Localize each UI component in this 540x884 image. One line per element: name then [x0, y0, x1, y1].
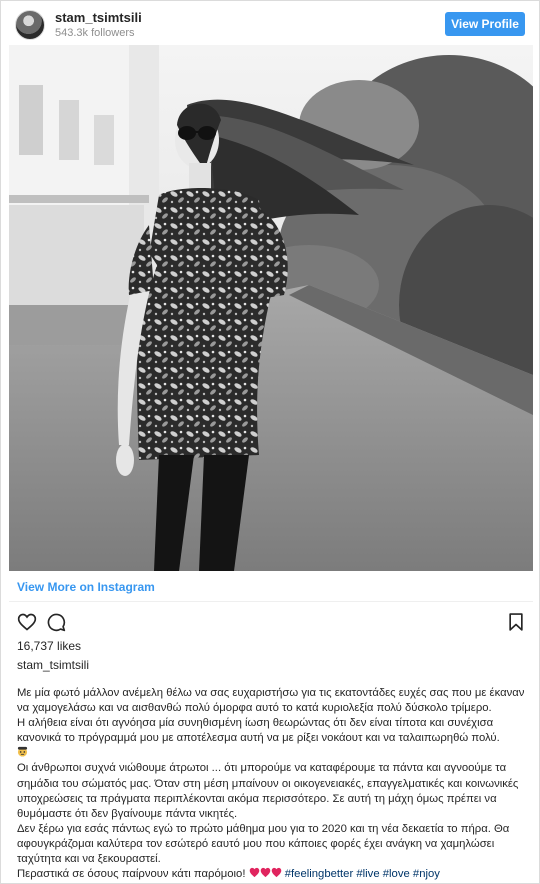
instagram-embed-card: stam_tsimtsili 543.3k followers View Pro… [0, 0, 540, 884]
red-heart-emoji-icon [249, 868, 259, 878]
divider [9, 601, 533, 602]
header-username[interactable]: stam_tsimtsili [55, 10, 142, 25]
caption-paragraph: Η αλήθεια είναι ότι αγνόησα μία συνηθισμ… [17, 717, 500, 745]
view-more-link[interactable]: View More on Instagram [17, 580, 155, 594]
post-photo-image [9, 45, 533, 571]
caption-author[interactable]: stam_tsimtsili [17, 658, 89, 672]
caption-paragraph [17, 746, 531, 761]
follower-count: 543.3k followers [55, 27, 135, 39]
caption: Με μία φωτό μάλλον ανέμελη θέλω να σας ε… [17, 686, 531, 882]
hashtag-link[interactable]: #love [383, 868, 410, 880]
post-photo[interactable] [9, 45, 533, 571]
caption-last-line: Περαστικά σε όσους παίρνουν κάτι παρόμοι… [17, 867, 531, 882]
comment-icon[interactable] [46, 612, 66, 632]
heart-icon[interactable] [17, 612, 37, 632]
face-emoji-icon [17, 747, 28, 757]
caption-paragraph: Με μία φωτό μάλλον ανέμελη θέλω να σας ε… [17, 687, 525, 715]
caption-paragraph: Οι άνθρωποι συχνά νιώθουμε άτρωτοι ... ό… [17, 762, 519, 820]
hashtag-link[interactable]: #njoy [413, 868, 440, 880]
caption-paragraph: Δεν ξέρω για εσάς πάντως εγώ το πρώτο μά… [17, 822, 510, 866]
view-profile-button[interactable]: View Profile [445, 12, 525, 36]
red-heart-emoji-icon [271, 868, 281, 878]
avatar[interactable] [15, 10, 45, 40]
red-heart-emoji-icon [260, 868, 270, 878]
like-count: 16,737 likes [17, 639, 82, 653]
caption-closing: Περαστικά σε όσους παίρνουν κάτι παρόμοι… [17, 868, 246, 881]
bookmark-icon[interactable] [506, 612, 526, 632]
hashtag-link[interactable]: #feelingbetter [285, 868, 353, 880]
hashtag-link[interactable]: #live [356, 868, 379, 880]
post-header: stam_tsimtsili 543.3k followers View Pro… [1, 1, 540, 45]
